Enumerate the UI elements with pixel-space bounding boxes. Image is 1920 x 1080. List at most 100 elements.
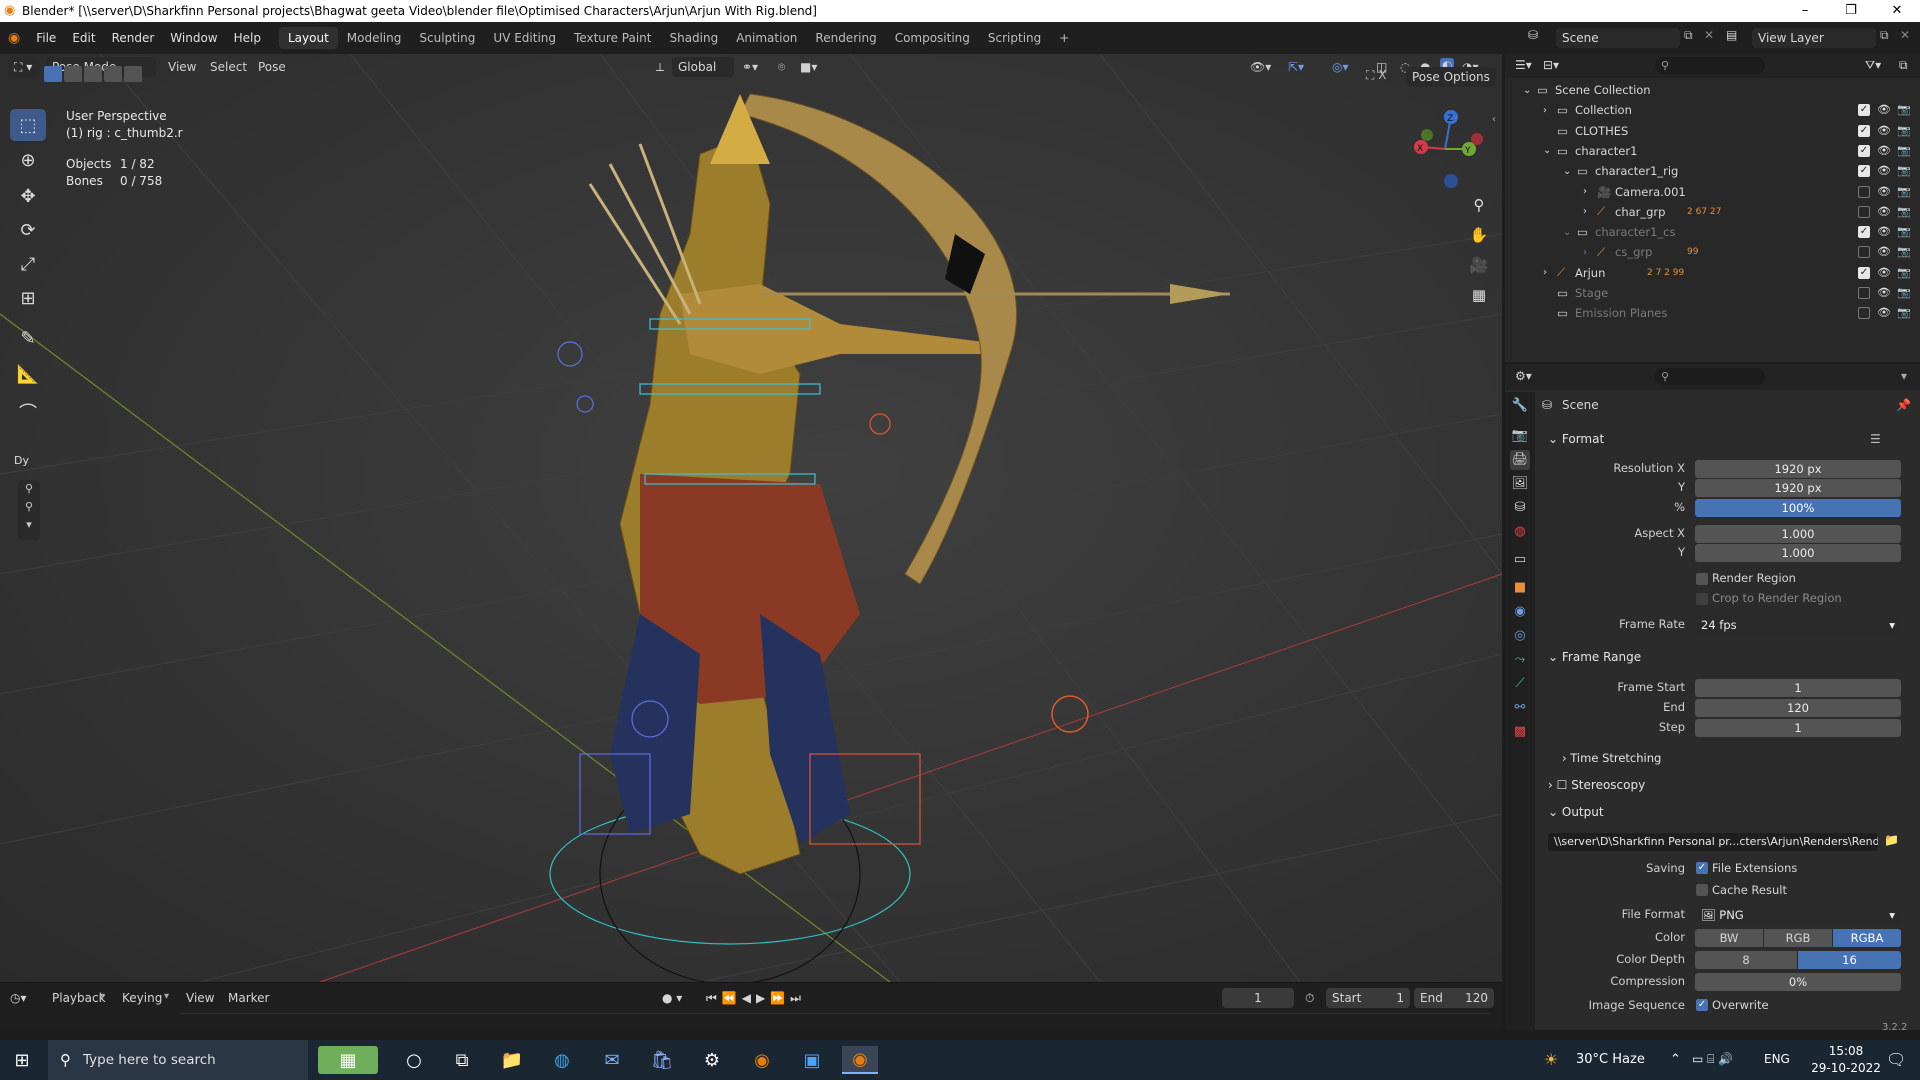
frame-range-panel-header[interactable]: ⌄ Frame Range	[1548, 650, 1641, 664]
menu-edit[interactable]: Edit	[64, 27, 103, 49]
file-extensions-checkbox[interactable]: ✓	[1696, 862, 1708, 874]
expand-toggle-icon[interactable]: ›	[1583, 206, 1587, 217]
render-toggle-icon[interactable]: 📷	[1897, 286, 1911, 299]
outliner-row[interactable]: › ⟋ Arjun 2 7 2 99 ✓ 👁 📷	[1505, 263, 1920, 283]
remove-view-layer-icon[interactable]: ✕	[1900, 28, 1910, 42]
pin-icon[interactable]: 📌	[1896, 398, 1911, 412]
render-toggle-icon[interactable]: 📷	[1897, 124, 1911, 137]
blender-active-taskbar-icon[interactable]: ◉	[842, 1046, 878, 1074]
visibility-eye-icon[interactable]: 👁	[1877, 185, 1891, 198]
select-extend-icon[interactable]	[64, 66, 82, 82]
tab-texture-paint[interactable]: Texture Paint	[565, 27, 660, 49]
app-icon[interactable]: ⚙	[694, 1046, 730, 1074]
browse-folder-icon[interactable]: 📁	[1884, 833, 1899, 847]
language-label[interactable]: ENG	[1764, 1052, 1790, 1066]
frame-rate-selector[interactable]: 24 fps ▾	[1695, 616, 1901, 634]
expand-toggle-icon[interactable]: ⌄	[1563, 227, 1571, 238]
tab-layout[interactable]: Layout	[278, 27, 338, 49]
select-box-tool-icon[interactable]: ⬚	[10, 109, 46, 141]
outliner-row[interactable]: › ⟋ cs_grp 99 👁 📷	[1505, 242, 1920, 262]
color-depth-8-button[interactable]: 8	[1695, 951, 1797, 969]
edge-icon[interactable]: ◍	[544, 1046, 580, 1074]
clock-date[interactable]: 29-10-2022	[1810, 1061, 1882, 1075]
visibility-eye-icon[interactable]: 👁	[1877, 205, 1891, 218]
color-bw-button[interactable]: BW	[1695, 929, 1763, 947]
render-region-checkbox[interactable]	[1696, 573, 1708, 585]
render-toggle-icon[interactable]: 📷	[1897, 185, 1911, 198]
exclude-checkbox[interactable]: ✓	[1858, 144, 1870, 157]
render-toggle-icon[interactable]: 📷	[1897, 164, 1911, 177]
outliner-row[interactable]: › 🎥 Camera.001 👁 📷	[1505, 182, 1920, 202]
menu-window[interactable]: Window	[162, 27, 225, 49]
visibility-eye-icon[interactable]: 👁	[1877, 266, 1891, 279]
close-button[interactable]: ✕	[1874, 0, 1920, 22]
object-tab-icon[interactable]: ■	[1510, 578, 1530, 598]
format-panel-header[interactable]: ⌄ Format	[1548, 432, 1604, 446]
filter-icon[interactable]: ⛛▾	[1865, 58, 1881, 73]
scene-selector[interactable]: Scene	[1556, 28, 1680, 48]
viewport-menu-view[interactable]: View	[168, 60, 196, 74]
properties-options-icon[interactable]: ▾	[1901, 369, 1907, 383]
render-toggle-icon[interactable]: 📷	[1897, 103, 1911, 116]
pan-hand-icon[interactable]: ✋	[1465, 221, 1493, 249]
viewport-menu-select[interactable]: Select	[210, 60, 247, 74]
playback-menu[interactable]: Playback	[52, 991, 106, 1005]
blender-menu-icon[interactable]: ◉	[0, 27, 28, 49]
frame-end-field[interactable]: 120	[1695, 699, 1901, 717]
format-presets-icon[interactable]: ☰	[1870, 432, 1881, 446]
weather-icon[interactable]: ☀	[1544, 1050, 1558, 1069]
select-new-icon[interactable]	[44, 66, 62, 82]
tab-animation[interactable]: Animation	[727, 27, 806, 49]
outliner-search-input[interactable]: ⚲	[1655, 57, 1765, 74]
notification-icon[interactable]: 🗨	[1886, 1050, 1906, 1069]
expand-toggle-icon[interactable]: ›	[1543, 267, 1547, 278]
resolution-x-field[interactable]: 1920 px	[1695, 460, 1901, 478]
resolution-percent-field[interactable]: 100%	[1695, 499, 1901, 517]
select-subtract-icon[interactable]	[84, 66, 102, 82]
visibility-eye-icon[interactable]: 👁	[1877, 225, 1891, 238]
aspect-x-field[interactable]: 1.000	[1695, 525, 1901, 543]
viewport-menu-pose[interactable]: Pose	[258, 60, 286, 74]
outliner-row[interactable]: ▭ Stage 👁 📷	[1505, 283, 1920, 303]
new-scene-icon[interactable]: ⧉	[1684, 28, 1693, 43]
marker-menu[interactable]: Marker	[228, 991, 269, 1005]
mirror-x-icon[interactable]: ⛶ X	[1366, 68, 1386, 83]
output-panel-header[interactable]: ⌄ Output	[1548, 805, 1604, 819]
bone-size-tool-icon[interactable]: ⌒	[10, 396, 46, 428]
maximize-button[interactable]: ❐	[1828, 0, 1874, 22]
expand-toggle-icon[interactable]: ›	[1583, 186, 1587, 197]
snap-icon[interactable]: ⌾	[778, 60, 785, 75]
exclude-checkbox[interactable]: ✓	[1858, 124, 1870, 137]
clock-time[interactable]: 15:08	[1816, 1044, 1876, 1058]
menu-file[interactable]: File	[28, 27, 64, 49]
menu-render[interactable]: Render	[104, 27, 163, 49]
tab-sculpting[interactable]: Sculpting	[410, 27, 484, 49]
end-frame-field[interactable]: End 120	[1414, 988, 1494, 1008]
display-mode-icon[interactable]: ⊟▾	[1543, 58, 1559, 72]
store-icon[interactable]: 🛍	[644, 1046, 680, 1074]
current-frame-field[interactable]: 1	[1222, 988, 1294, 1008]
snapping-tool-icons[interactable]: ⚲ ⚲ ▾	[18, 480, 40, 540]
color-rgba-button[interactable]: RGBA	[1833, 929, 1901, 947]
photos-icon[interactable]: ▣	[794, 1046, 830, 1074]
cursor-tool-icon[interactable]: ⊕	[10, 144, 46, 176]
side-panel-label[interactable]: Dy	[14, 454, 29, 467]
outliner-row[interactable]: ⌄ ▭ character1_rig ✓ 👁 📷	[1505, 161, 1920, 181]
visibility-eye-icon[interactable]: 👁	[1877, 245, 1891, 258]
render-toggle-icon[interactable]: 📷	[1897, 306, 1911, 319]
stereoscopy-panel-header[interactable]: › ☐ Stereoscopy	[1548, 778, 1645, 792]
overlay-toggle-icon[interactable]: ◎▾	[1332, 60, 1349, 74]
properties-editor-type-icon[interactable]: ⚙▾	[1515, 369, 1532, 383]
visibility-eye-icon[interactable]: 👁	[1877, 286, 1891, 299]
exclude-checkbox[interactable]: ✓	[1858, 104, 1870, 117]
tab-compositing[interactable]: Compositing	[886, 27, 979, 49]
tray-icons[interactable]: ▭ ⌸ 🔊	[1692, 1052, 1733, 1067]
editor-type-icon[interactable]: ⛶ ▾	[8, 57, 40, 77]
cache-result-checkbox[interactable]	[1696, 884, 1708, 896]
new-collection-icon[interactable]: ⧉	[1899, 58, 1908, 73]
taskbar-search-box[interactable]: ⚲ Type here to search	[48, 1040, 308, 1080]
widgets-icon[interactable]: ▦	[318, 1046, 378, 1074]
scene-icon[interactable]: ⛁	[1528, 28, 1538, 42]
task-view-icon[interactable]: ⧉	[444, 1046, 480, 1074]
new-view-layer-icon[interactable]: ⧉	[1880, 28, 1889, 43]
